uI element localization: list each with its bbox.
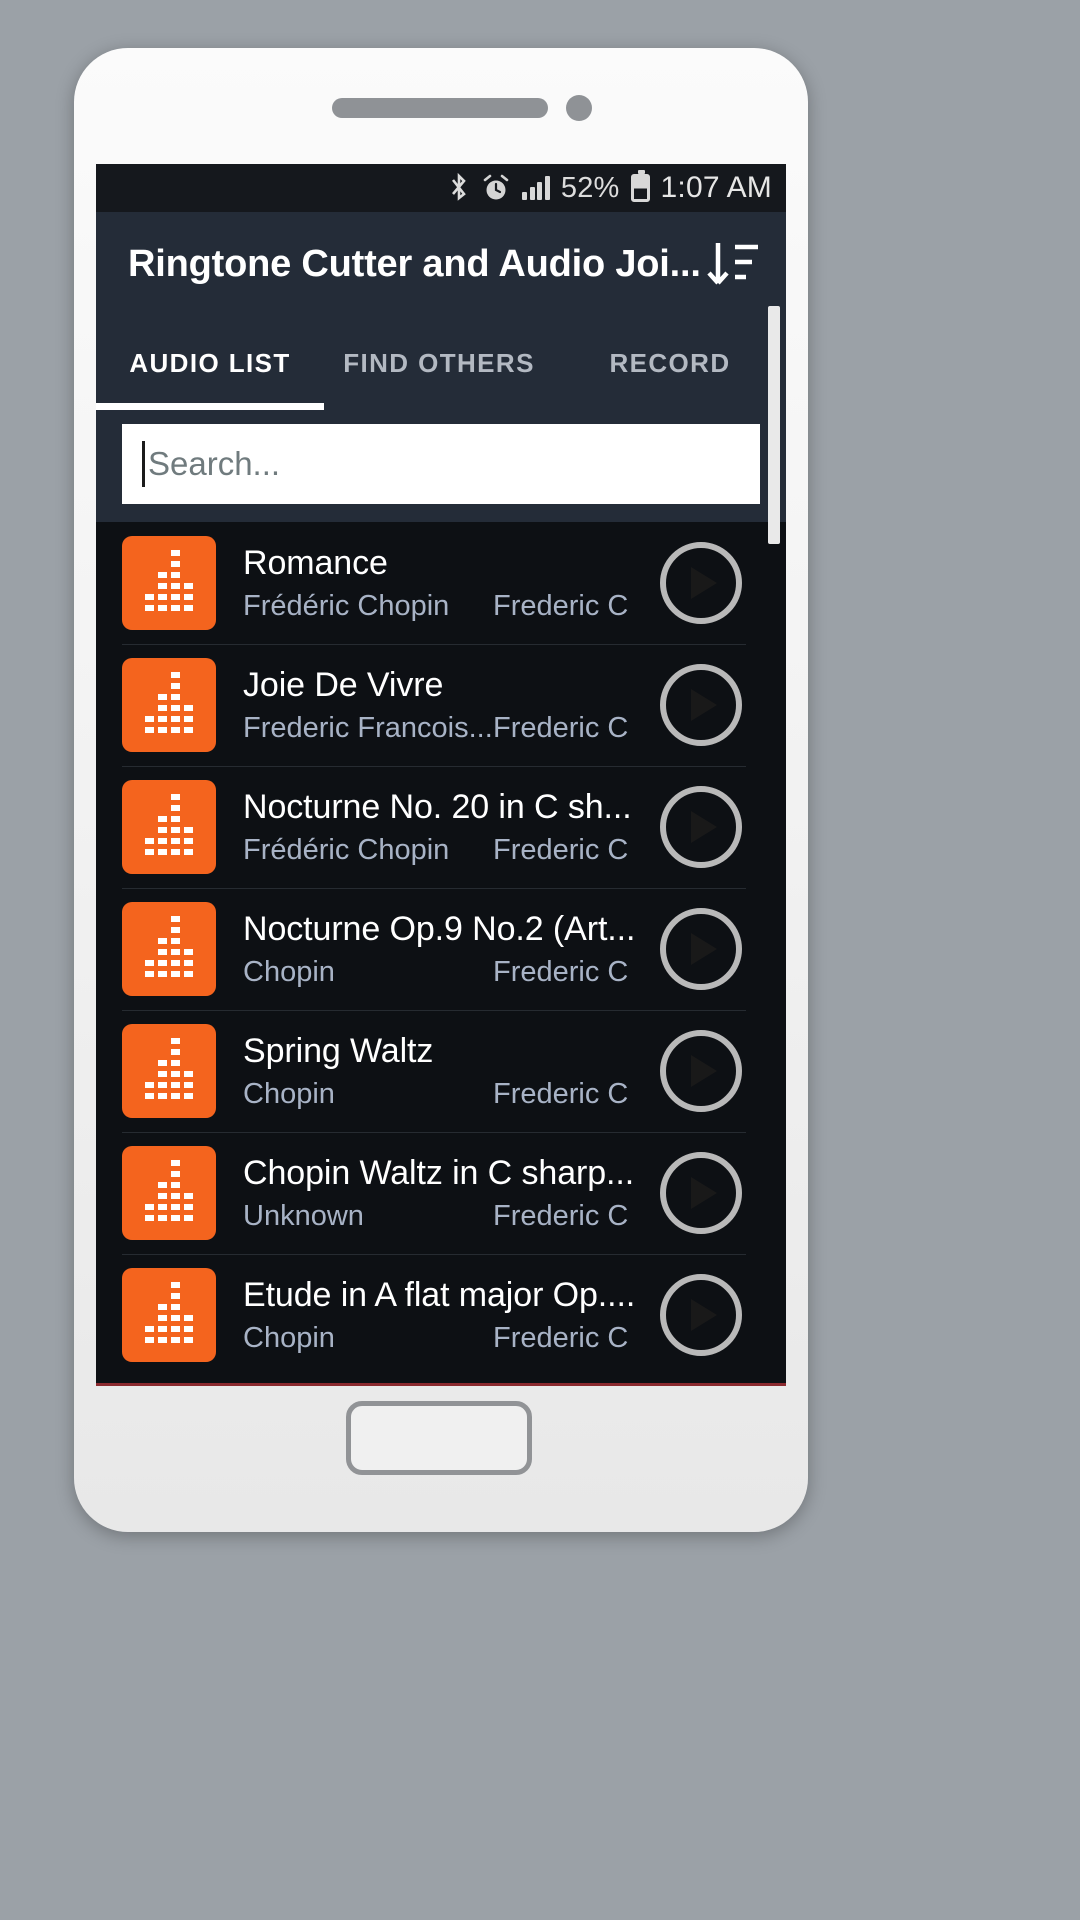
track-title: Nocturne Op.9 No.2 (Art... [243, 909, 636, 948]
tab-record[interactable]: RECORD [554, 316, 786, 410]
track-subline: Chopin Frederic C [243, 1078, 650, 1111]
track-subline: Frédéric Chopin Frederic C [243, 590, 650, 623]
sort-descending-icon[interactable] [702, 233, 764, 295]
track-subline: Chopin Frederic C [243, 1322, 650, 1355]
equalizer-icon [122, 1146, 216, 1240]
tab-bar: AUDIO LIST FIND OTHERS RECORD [96, 316, 786, 410]
track-meta: Etude in A flat major Op.... Chopin Freder… [216, 1276, 660, 1355]
search-placeholder: Search... [148, 445, 281, 482]
search-input[interactable]: Search... [122, 424, 760, 504]
track-artist: Frédéric Chopin [243, 589, 450, 622]
battery-icon [630, 170, 650, 202]
track-meta: Spring Waltz Chopin Frederic C [216, 1032, 660, 1111]
track-title: Nocturne No. 20 in C sh... [243, 787, 632, 826]
play-icon[interactable] [660, 542, 742, 624]
tab-find-others-label: FIND OTHERS [343, 347, 535, 378]
play-icon[interactable] [660, 664, 742, 746]
track-album: Frederic C [493, 833, 629, 866]
equalizer-icon [122, 902, 216, 996]
track-subline: Unknown Frederic C [243, 1200, 650, 1233]
track-subline: Frederic Francois... Frederic C [243, 712, 650, 745]
track-meta: Joie De Vivre Frederic Francois... Frederi… [216, 666, 660, 745]
table-row[interactable]: Spring Waltz Chopin Frederic C [96, 1010, 786, 1132]
audio-list[interactable]: Romance Frédéric Chopin Frederic C Joie De … [96, 522, 786, 1383]
status-bar: 52% 1:07 AM [96, 164, 786, 212]
search-container: Search... [96, 410, 786, 522]
signal-icon [522, 176, 550, 200]
list-scrollbar[interactable] [768, 164, 780, 1048]
earpiece-speaker [332, 98, 548, 118]
track-meta: Romance Frédéric Chopin Frederic C [216, 544, 660, 623]
status-clock: 1:07 AM [660, 171, 772, 204]
page-title: Ringtone Cutter and Audio Joi... [128, 242, 701, 285]
alarm-icon [481, 173, 511, 203]
table-row[interactable]: Nocturne Op.9 No.2 (Art... Chopin Frederic… [96, 888, 786, 1010]
bluetooth-icon [448, 173, 470, 203]
play-icon[interactable] [660, 1030, 742, 1112]
equalizer-icon [122, 1024, 216, 1118]
tab-audio-list[interactable]: AUDIO LIST [96, 316, 324, 410]
equalizer-icon [122, 1268, 216, 1362]
track-album: Frederic C [493, 955, 629, 988]
track-artist: Chopin [243, 1321, 335, 1354]
track-album: Frederic C [493, 1077, 629, 1110]
tab-find-others[interactable]: FIND OTHERS [324, 316, 554, 410]
phone-screen: 52% 1:07 AM Ringtone Cutter and Audio Jo… [96, 164, 786, 1386]
home-button[interactable] [346, 1401, 532, 1475]
table-row[interactable]: Nocturne No. 20 in C sh... Frédéric Chopi… [96, 766, 786, 888]
track-meta: Nocturne No. 20 in C sh... Frédéric Chopi… [216, 788, 660, 867]
front-camera [566, 95, 592, 121]
equalizer-icon [122, 780, 216, 874]
track-title: Romance [243, 543, 388, 582]
track-artist: Chopin [243, 955, 335, 988]
track-title: Etude in A flat major Op.... [243, 1275, 636, 1314]
track-title: Joie De Vivre [243, 665, 444, 704]
play-icon[interactable] [660, 1274, 742, 1356]
scrollbar-thumb[interactable] [768, 306, 780, 544]
battery-percent-label: 52% [560, 171, 620, 204]
table-row[interactable]: Etude in A flat major Op.... Chopin Freder… [96, 1254, 786, 1376]
track-title: Spring Waltz [243, 1031, 434, 1070]
phone-device-frame: 52% 1:07 AM Ringtone Cutter and Audio Jo… [74, 48, 808, 1532]
track-album: Frederic C [493, 711, 629, 744]
track-artist: Frédéric Chopin [243, 833, 450, 866]
table-row[interactable]: Chopin Waltz in C sharp... Unknown Frederi… [96, 1132, 786, 1254]
play-icon[interactable] [660, 1152, 742, 1234]
text-caret [142, 441, 145, 487]
table-row[interactable]: Romance Frédéric Chopin Frederic C [96, 522, 786, 644]
play-icon[interactable] [660, 908, 742, 990]
track-meta: Chopin Waltz in C sharp... Unknown Frederi… [216, 1154, 660, 1233]
tab-record-label: RECORD [609, 347, 731, 378]
equalizer-icon [122, 658, 216, 752]
track-subline: Chopin Frederic C [243, 956, 650, 989]
equalizer-icon [122, 536, 216, 630]
track-meta: Nocturne Op.9 No.2 (Art... Chopin Frederic… [216, 910, 660, 989]
track-artist: Frederic Francois... [243, 711, 493, 744]
app-bar: Ringtone Cutter and Audio Joi... [96, 212, 786, 316]
track-album: Frederic C [493, 589, 629, 622]
track-title: Chopin Waltz in C sharp... [243, 1153, 635, 1192]
track-artist: Unknown [243, 1199, 364, 1232]
track-album: Frederic C [493, 1199, 629, 1232]
track-album: Frederic C [493, 1321, 629, 1354]
tab-audio-list-label: AUDIO LIST [129, 347, 291, 378]
track-artist: Chopin [243, 1077, 335, 1110]
play-icon[interactable] [660, 786, 742, 868]
track-subline: Frédéric Chopin Frederic C [243, 834, 650, 867]
table-row[interactable]: Joie De Vivre Frederic Francois... Frederi… [96, 644, 786, 766]
